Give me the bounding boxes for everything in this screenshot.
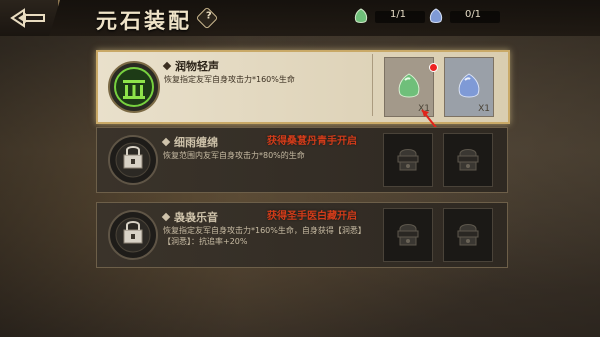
green-gem-icon — [354, 8, 368, 23]
diamond-bullet-icon — [162, 61, 172, 71]
page-title: 元石装配 — [96, 8, 192, 33]
skill-description: 恢复范围内友军自身攻击力*80%的生命 — [163, 151, 305, 160]
blue-gem-count: 0/1 — [464, 9, 482, 20]
skill-description-line: 恢复指定友军自身攻击力*160%生命，自身获得【洞悉】 — [163, 226, 366, 235]
empty-gem-slot[interactable] — [443, 208, 493, 262]
locked-emblem-icon — [108, 135, 158, 185]
blue-gem-slot[interactable]: X1 — [444, 57, 494, 117]
skill-card-xiyu[interactable]: 细雨缠绵 获得桑葚丹青手开启 恢复范围内友军自身攻击力*80%的生命 — [96, 127, 508, 193]
green-gem-count: 1/1 — [389, 9, 407, 20]
blue-gem-icon — [429, 8, 443, 23]
unlock-condition: 获得圣手医白藏开启 — [267, 211, 357, 222]
help-button[interactable]: ? — [195, 6, 219, 30]
skill-description: 恢复指定友军自身攻击力*160%生命 — [164, 75, 295, 84]
blue-gem-icon — [458, 73, 480, 98]
back-arrow-icon — [10, 8, 45, 28]
slot-quantity: X1 — [478, 104, 490, 114]
skill-emblem-icon — [108, 61, 160, 113]
locked-slot-icon — [457, 224, 479, 246]
empty-gem-slot[interactable] — [383, 208, 433, 262]
skill-card-runwu[interactable]: 润物轻声 恢复指定友军自身攻击力*160%生命 X1 X1 — [96, 50, 510, 124]
unlock-condition: 获得桑葚丹青手开启 — [267, 136, 357, 147]
empty-gem-slot[interactable] — [383, 133, 433, 187]
skill-name: 细雨缠绵 — [161, 134, 218, 150]
skill-description: 恢复指定友军自身攻击力*160%生命，自身获得【洞悉】 【洞悉】：抗追率+20% — [163, 225, 378, 247]
empty-gem-slot[interactable] — [443, 133, 493, 187]
top-bar: 元石装配 ? 1/1 0/1 — [0, 0, 600, 36]
locked-slot-icon — [397, 149, 419, 171]
skill-description-line: 【洞悉】：抗追率+20% — [163, 237, 248, 246]
skill-name: 润物轻声 — [162, 58, 219, 74]
help-icon: ? — [205, 10, 212, 22]
locked-emblem-icon — [108, 210, 158, 260]
skill-name: 袅袅乐音 — [161, 209, 218, 225]
skill-card-niaoniao[interactable]: 袅袅乐音 获得圣手医白藏开启 恢复指定友军自身攻击力*160%生命，自身获得【洞… — [96, 202, 508, 268]
notification-dot — [429, 63, 438, 72]
back-button[interactable] — [0, 0, 60, 36]
locked-slot-icon — [457, 149, 479, 171]
green-gem-icon — [398, 73, 420, 98]
divider — [372, 54, 373, 116]
locked-slot-icon — [397, 224, 419, 246]
diamond-bullet-icon — [161, 212, 171, 222]
diamond-bullet-icon — [161, 137, 171, 147]
